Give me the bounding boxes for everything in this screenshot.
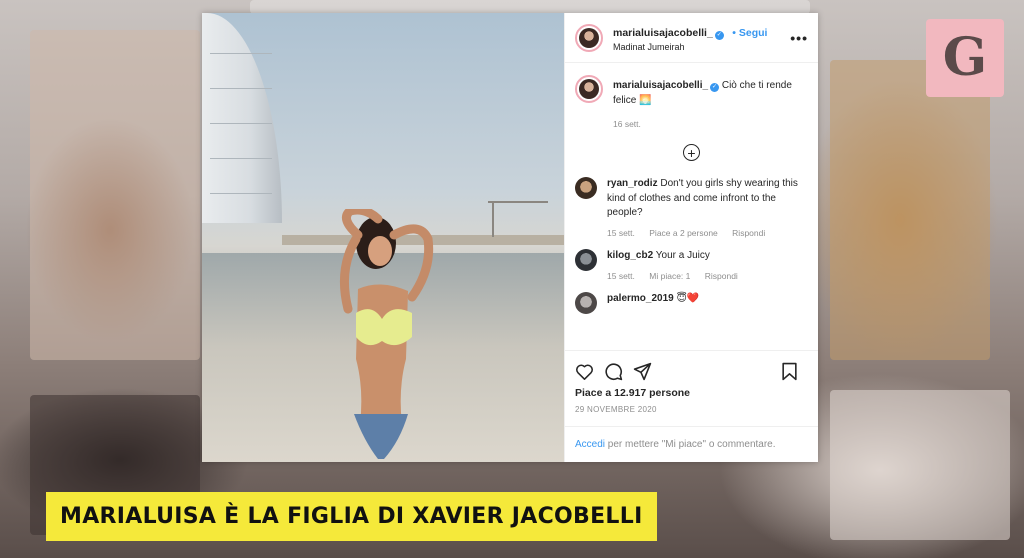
caption-username[interactable]: marialuisajacobelli_ (613, 80, 708, 91)
post-photo[interactable] (202, 13, 564, 462)
heart-icon[interactable] (575, 363, 594, 380)
verified-badge-icon: ✓ (710, 83, 720, 92)
channel-logo: G (926, 19, 1004, 97)
caption-avatar[interactable] (575, 75, 603, 103)
author-avatar[interactable] (575, 23, 603, 52)
reply-button[interactable]: Rispondi (732, 228, 765, 238)
instagram-post: marialuisajacobelli_ ✓ • Segui Madinat Ju… (202, 13, 818, 462)
load-more-comments[interactable]: + (575, 144, 808, 162)
likes-count[interactable]: Piace a 12.917 persone (575, 387, 808, 399)
login-prompt-text: per mettere "Mi piace" o commentare. (605, 439, 776, 450)
follow-label: Segui (738, 26, 768, 39)
comment-avatar[interactable] (575, 177, 597, 200)
photo-crane-arm (488, 201, 548, 203)
comment-text: Your a Juicy (655, 250, 710, 262)
comment-avatar[interactable] (575, 249, 597, 272)
comments-section: marialuisajacobelli_ ✓ Ciò che ti rende f… (565, 63, 818, 350)
background-tile (830, 390, 1010, 540)
channel-logo-letter: G (942, 27, 988, 88)
bookmark-icon[interactable] (781, 362, 798, 381)
photo-person (339, 209, 434, 459)
login-prompt: Accedi per mettere "Mi piace" o commenta… (565, 426, 818, 462)
share-icon[interactable] (633, 362, 652, 381)
reply-button[interactable]: Rispondi (705, 271, 738, 281)
post-date: 29 NOVEMBRE 2020 (575, 405, 657, 414)
author-info: marialuisajacobelli_ ✓ • Segui Madinat Ju… (613, 22, 790, 53)
comment-likes[interactable]: Piace a 2 persone (649, 228, 718, 238)
more-options-icon[interactable]: ••• (790, 31, 808, 45)
comment-time: 15 sett. (607, 270, 635, 281)
comment-avatar[interactable] (575, 291, 597, 314)
verified-badge-icon: ✓ (714, 30, 724, 40)
background-tile (250, 0, 810, 14)
comment-icon[interactable] (604, 362, 623, 381)
comment-likes[interactable]: Mi piace: 1 (649, 271, 690, 281)
caption-banner-text: MARIALUISA È LA FIGLIA DI XAVIER JACOBEL… (60, 504, 643, 529)
post-location[interactable]: Madinat Jumeirah (613, 42, 790, 53)
photo-crane (492, 201, 494, 237)
background-tile (30, 30, 200, 360)
author-username[interactable]: marialuisajacobelli_ (613, 27, 713, 39)
post-header: marialuisajacobelli_ ✓ • Segui Madinat Ju… (565, 13, 818, 63)
comment-text: 😇❤️ (676, 292, 700, 304)
post-sidebar: marialuisajacobelli_ ✓ • Segui Madinat Ju… (564, 13, 818, 462)
comment-username[interactable]: palermo_2019 (607, 293, 674, 304)
follow-button[interactable]: • Segui (732, 27, 767, 39)
comment-username[interactable]: kilog_cb2 (607, 250, 653, 261)
caption-banner: MARIALUISA È LA FIGLIA DI XAVIER JACOBEL… (46, 492, 657, 541)
login-link[interactable]: Accedi (575, 439, 605, 450)
comment-item: palermo_2019 😇❤️ (575, 291, 808, 314)
comment-time: 15 sett. (607, 227, 635, 238)
photo-tower (202, 13, 282, 223)
comment-item: kilog_cb2 Your a Juicy 15 sett. Mi piace… (575, 249, 808, 282)
post-actions: Piace a 12.917 persone 29 NOVEMBRE 2020 (565, 350, 818, 414)
caption-time: 16 sett. (613, 119, 641, 129)
comment-username[interactable]: ryan_rodiz (607, 178, 658, 189)
comment-item: ryan_rodiz Don't you girls shy wearing t… (575, 177, 808, 239)
background-tile (830, 60, 990, 360)
caption: marialuisajacobelli_ ✓ Ciò che ti rende f… (575, 75, 808, 130)
plus-circle-icon[interactable]: + (683, 144, 700, 162)
